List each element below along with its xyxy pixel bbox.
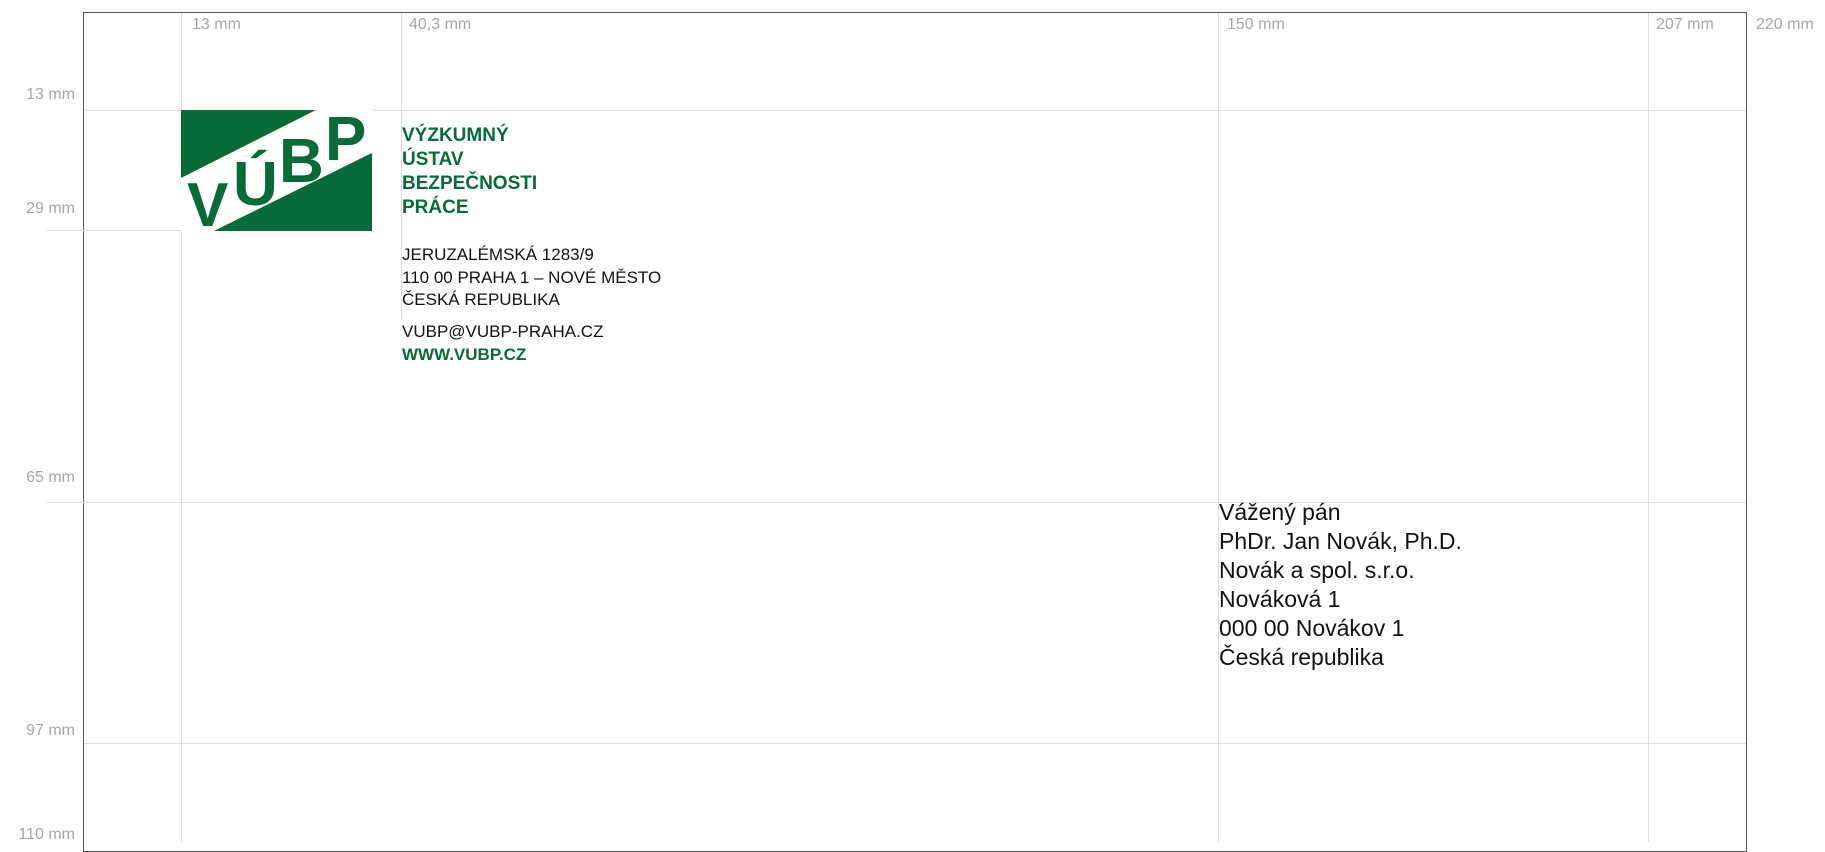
address-line: 110 00 PRAHA 1 – NOVÉ MĚSTO — [402, 267, 662, 287]
ruler-label-top: 207 mm — [1656, 16, 1714, 33]
ruler-label-top: 13 mm — [192, 16, 241, 33]
svg-text:V: V — [187, 171, 228, 231]
organization-line: BEZPEČNOSTI — [402, 173, 538, 194]
sender-contact: VUBP@VUBP-PRAHA.CZ WWW.VUBP.CZ — [402, 321, 603, 366]
svg-text:P: P — [325, 110, 366, 174]
email-link[interactable]: VUBP@VUBP-PRAHA.CZ — [402, 321, 603, 344]
ruler-label-top: 220 mm — [1756, 16, 1814, 33]
ruler-label-left: 65 mm — [26, 469, 75, 486]
recipient-line: 000 00 Novákov 1 — [1219, 615, 1405, 641]
recipient-line: Česká republika — [1219, 644, 1384, 670]
recipient-line: Vážený pán — [1219, 499, 1341, 525]
vubp-logo: V Ú B P — [181, 110, 372, 231]
ruler-label-left: 29 mm — [26, 200, 75, 217]
sender-address: JERUZALÉMSKÁ 1283/9 110 00 PRAHA 1 – NOV… — [402, 244, 661, 312]
organization-line: PRÁCE — [402, 197, 469, 218]
ruler-label-left: 110 mm — [18, 826, 75, 843]
organization-line: ÚSTAV — [402, 149, 464, 170]
website-link[interactable]: WWW.VUBP.CZ — [402, 344, 603, 367]
organization-name: VÝZKUMNÝ ÚSTAV BEZPEČNOSTI PRÁCE — [402, 124, 537, 220]
recipient-line: Novák a spol. s.r.o. — [1219, 557, 1415, 583]
svg-text:Ú: Ú — [233, 150, 278, 219]
guide-line-97mm-horizontal — [84, 743, 1746, 744]
guide-line-65mm-horizontal — [46, 502, 1746, 503]
svg-text:B: B — [279, 127, 324, 196]
guide-line-150mm-vertical — [1218, 13, 1219, 842]
address-line: ČESKÁ REPUBLIKA — [402, 290, 560, 309]
ruler-label-top: 150 mm — [1227, 16, 1285, 33]
recipient-line: Nováková 1 — [1219, 586, 1341, 612]
guide-line-207mm-vertical — [1648, 13, 1649, 842]
ruler-label-left: 13 mm — [26, 86, 75, 103]
recipient-address: Vážený pán PhDr. Jan Novák, Ph.D. Novák … — [1219, 498, 1462, 672]
organization-line: VÝZKUMNÝ — [402, 125, 509, 146]
recipient-line: PhDr. Jan Novák, Ph.D. — [1219, 528, 1462, 554]
ruler-label-top: 40,3 mm — [409, 16, 472, 33]
ruler-label-left: 97 mm — [26, 722, 75, 739]
address-line: JERUZALÉMSKÁ 1283/9 — [402, 245, 594, 264]
